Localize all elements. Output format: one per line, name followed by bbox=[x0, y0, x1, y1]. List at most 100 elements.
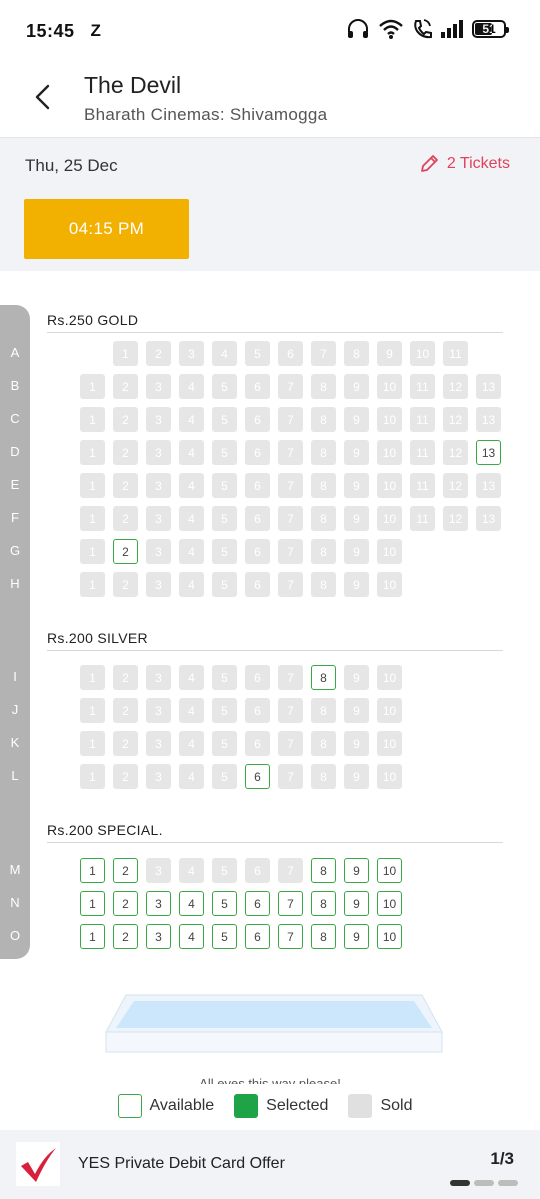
seat-O4[interactable]: 4 bbox=[179, 924, 204, 949]
seat-L6[interactable]: 6 bbox=[245, 764, 270, 789]
signal-icon bbox=[441, 20, 463, 38]
seat-O5[interactable]: 5 bbox=[212, 924, 237, 949]
seat-D13[interactable]: 13 bbox=[476, 440, 501, 465]
seat-A4: 4 bbox=[212, 341, 237, 366]
row-letters-bar: A B C D E F G H I J K L M N O bbox=[0, 305, 30, 959]
seat-B10: 10 bbox=[377, 374, 402, 399]
seat-M2[interactable]: 2 bbox=[113, 858, 138, 883]
legend-selected: Selected bbox=[234, 1094, 328, 1118]
back-button[interactable] bbox=[26, 80, 60, 114]
legend-available-label: Available bbox=[149, 1097, 215, 1114]
seat-N9[interactable]: 9 bbox=[344, 891, 369, 916]
offer-page-indicator: 1/3 bbox=[490, 1149, 514, 1168]
row-letter: F bbox=[11, 510, 19, 525]
seat-O7[interactable]: 7 bbox=[278, 924, 303, 949]
seat-B12: 12 bbox=[443, 374, 468, 399]
carousel-dot[interactable] bbox=[450, 1180, 470, 1186]
seat-K5: 5 bbox=[212, 731, 237, 756]
seat-M6: 6 bbox=[245, 858, 270, 883]
seat-F6: 6 bbox=[245, 506, 270, 531]
back-arrow-icon[interactable] bbox=[33, 84, 53, 110]
seat-O10[interactable]: 10 bbox=[377, 924, 402, 949]
row-letter: M bbox=[9, 862, 21, 877]
seat-C4: 4 bbox=[179, 407, 204, 432]
seat-N10[interactable]: 10 bbox=[377, 891, 402, 916]
seat-I8[interactable]: 8 bbox=[311, 665, 336, 690]
status-icons: 51 bbox=[346, 18, 509, 40]
carousel-dot[interactable] bbox=[498, 1180, 518, 1186]
showtime-button[interactable]: 04:15 PM bbox=[24, 199, 189, 259]
seat-D4: 4 bbox=[179, 440, 204, 465]
seat-J1: 1 bbox=[80, 698, 105, 723]
seat-L5: 5 bbox=[212, 764, 237, 789]
carousel-dot[interactable] bbox=[474, 1180, 494, 1186]
seat-C9: 9 bbox=[344, 407, 369, 432]
seat-A9: 9 bbox=[377, 341, 402, 366]
seat-G3: 3 bbox=[146, 539, 171, 564]
offer-text: YES Private Debit Card Offer bbox=[78, 1155, 285, 1172]
seat-E4: 4 bbox=[179, 473, 204, 498]
seat-D10: 10 bbox=[377, 440, 402, 465]
seat-L7: 7 bbox=[278, 764, 303, 789]
seat-D12: 12 bbox=[443, 440, 468, 465]
seat-F9: 9 bbox=[344, 506, 369, 531]
seat-F10: 10 bbox=[377, 506, 402, 531]
wifi-call-icon bbox=[414, 19, 432, 39]
row-letter: I bbox=[13, 669, 17, 684]
screen-illustration bbox=[104, 992, 444, 1056]
offer-banner[interactable]: YES Private Debit Card Offer 1/3 bbox=[0, 1130, 540, 1199]
row-letter: B bbox=[10, 378, 20, 393]
seat-J4: 4 bbox=[179, 698, 204, 723]
seat-D2: 2 bbox=[113, 440, 138, 465]
seat-A10: 10 bbox=[410, 341, 435, 366]
seat-B3: 3 bbox=[146, 374, 171, 399]
seat-A11: 11 bbox=[443, 341, 468, 366]
headphones-icon bbox=[348, 19, 368, 38]
seat-O3[interactable]: 3 bbox=[146, 924, 171, 949]
seat-N4[interactable]: 4 bbox=[179, 891, 204, 916]
seat-O8[interactable]: 8 bbox=[311, 924, 336, 949]
legend-selected-label: Selected bbox=[266, 1097, 329, 1114]
seat-L9: 9 bbox=[344, 764, 369, 789]
seat-E8: 8 bbox=[311, 473, 336, 498]
seat-B11: 11 bbox=[410, 374, 435, 399]
seat-C11: 11 bbox=[410, 407, 435, 432]
row-letter: O bbox=[9, 928, 21, 943]
seat-N1[interactable]: 1 bbox=[80, 891, 105, 916]
seat-I2: 2 bbox=[113, 665, 138, 690]
seat-N3[interactable]: 3 bbox=[146, 891, 171, 916]
seat-C6: 6 bbox=[245, 407, 270, 432]
seat-H10: 10 bbox=[377, 572, 402, 597]
seat-M8[interactable]: 8 bbox=[311, 858, 336, 883]
seat-F8: 8 bbox=[311, 506, 336, 531]
seat-N5[interactable]: 5 bbox=[212, 891, 237, 916]
seat-O1[interactable]: 1 bbox=[80, 924, 105, 949]
seat-N7[interactable]: 7 bbox=[278, 891, 303, 916]
seat-E10: 10 bbox=[377, 473, 402, 498]
seat-D11: 11 bbox=[410, 440, 435, 465]
seat-N6[interactable]: 6 bbox=[245, 891, 270, 916]
seat-K9: 9 bbox=[344, 731, 369, 756]
seat-F4: 4 bbox=[179, 506, 204, 531]
seat-B1: 1 bbox=[80, 374, 105, 399]
seat-M9[interactable]: 9 bbox=[344, 858, 369, 883]
seat-N2[interactable]: 2 bbox=[113, 891, 138, 916]
seat-N8[interactable]: 8 bbox=[311, 891, 336, 916]
seat-L4: 4 bbox=[179, 764, 204, 789]
edit-tickets-button[interactable]: 2 Tickets bbox=[419, 154, 510, 174]
seat-G2[interactable]: 2 bbox=[113, 539, 138, 564]
seat-O9[interactable]: 9 bbox=[344, 924, 369, 949]
seat-E2: 2 bbox=[113, 473, 138, 498]
seat-M10[interactable]: 10 bbox=[377, 858, 402, 883]
seat-C13: 13 bbox=[476, 407, 501, 432]
seat-C7: 7 bbox=[278, 407, 303, 432]
seat-M1[interactable]: 1 bbox=[80, 858, 105, 883]
seat-O2[interactable]: 2 bbox=[113, 924, 138, 949]
seat-G10: 10 bbox=[377, 539, 402, 564]
seat-C8: 8 bbox=[311, 407, 336, 432]
seat-A1: 1 bbox=[113, 341, 138, 366]
seat-O6[interactable]: 6 bbox=[245, 924, 270, 949]
battery-level: 51 bbox=[482, 22, 496, 36]
seat-E6: 6 bbox=[245, 473, 270, 498]
seat-D6: 6 bbox=[245, 440, 270, 465]
